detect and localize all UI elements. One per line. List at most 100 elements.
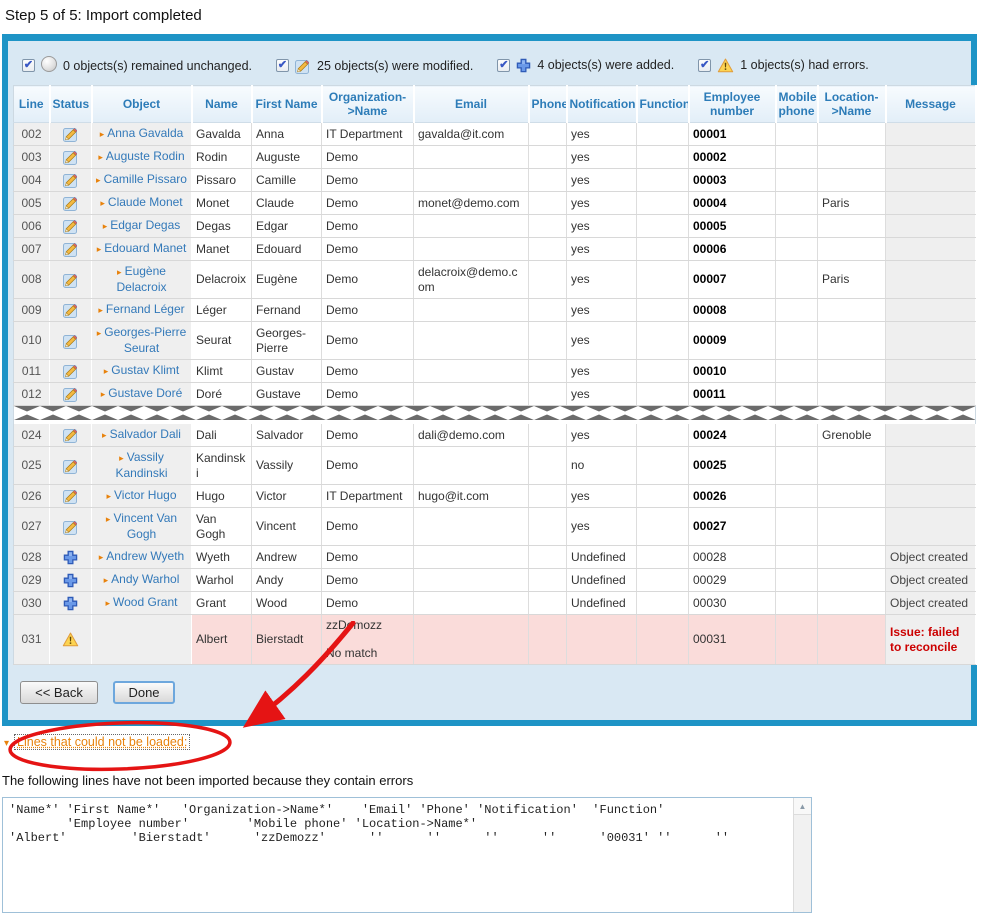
cell-line: 009 xyxy=(14,299,50,322)
cell-notification: yes xyxy=(567,299,637,322)
cell-message xyxy=(886,261,976,299)
cell-status xyxy=(50,360,92,383)
object-link[interactable]: Andrew Wyeth xyxy=(106,549,184,563)
scroll-up-arrow-icon[interactable]: ▲ xyxy=(794,798,811,815)
cell-first-name: Salvador xyxy=(252,424,322,447)
cell-employee-number: 00005 xyxy=(689,215,776,238)
object-link[interactable]: Edouard Manet xyxy=(104,241,186,255)
summary-checkbox[interactable]: ✔ xyxy=(497,59,510,72)
cell-message xyxy=(886,192,976,215)
cell-name: Dali xyxy=(192,424,252,447)
object-link[interactable]: Claude Monet xyxy=(108,195,183,209)
cell-line: 028 xyxy=(14,546,50,569)
object-link[interactable]: Gustave Doré xyxy=(108,386,182,400)
cell-organization: Demo xyxy=(322,383,414,406)
cell-function xyxy=(637,508,689,546)
cell-message: Object created xyxy=(886,592,976,615)
object-link[interactable]: Auguste Rodin xyxy=(106,149,185,163)
cell-notification: yes xyxy=(567,215,637,238)
cell-phone xyxy=(529,383,567,406)
cell-first-name: Fernand xyxy=(252,299,322,322)
raw-lines-text[interactable]: 'Name*' 'First Name*' 'Organization->Nam… xyxy=(3,798,811,912)
table-row: 009▸Fernand LégerLégerFernandDemoyes0000… xyxy=(14,299,976,322)
cell-line: 026 xyxy=(14,485,50,508)
cell-object: ▸Fernand Léger xyxy=(92,299,192,322)
object-link[interactable]: Eugène Delacroix xyxy=(116,264,166,294)
cell-line: 011 xyxy=(14,360,50,383)
object-link[interactable]: Andy Warhol xyxy=(111,572,179,586)
cell-name: Hugo xyxy=(192,485,252,508)
cell-function xyxy=(637,322,689,360)
object-link[interactable]: Georges-Pierre Seurat xyxy=(104,325,186,355)
reconcile-note: No match xyxy=(326,646,409,661)
cell-email: dali@demo.com xyxy=(414,424,529,447)
cell-message xyxy=(886,360,976,383)
cell-status xyxy=(50,169,92,192)
object-link[interactable]: Anna Gavalda xyxy=(107,126,183,140)
cell-object: ▸Camille Pissaro xyxy=(92,169,192,192)
cell-name: Albert xyxy=(192,615,252,665)
summary-item: ✔4 objects(s) were added. xyxy=(497,58,674,73)
cell-line: 006 xyxy=(14,215,50,238)
cell-function xyxy=(637,485,689,508)
cell-email xyxy=(414,447,529,485)
cell-mobile-phone xyxy=(776,424,818,447)
summary-checkbox[interactable]: ✔ xyxy=(698,59,711,72)
pencil-icon xyxy=(295,58,311,74)
cell-function xyxy=(637,447,689,485)
object-link[interactable]: Vincent Van Gogh xyxy=(113,511,177,541)
cell-object: ▸Wood Grant xyxy=(92,592,192,615)
cell-mobile-phone xyxy=(776,261,818,299)
object-link[interactable]: Wood Grant xyxy=(113,595,177,609)
cell-first-name: Bierstadt xyxy=(252,615,322,665)
table-row: 010▸Georges-Pierre SeuratSeuratGeorges-P… xyxy=(14,322,976,360)
page-title: Step 5 of 5: Import completed xyxy=(0,0,984,34)
lines-not-loaded-link[interactable]: Lines that could not be loaded: xyxy=(14,734,190,750)
cell-status xyxy=(50,146,92,169)
cell-phone xyxy=(529,299,567,322)
cell-status xyxy=(50,592,92,615)
cell-employee-number: 00027 xyxy=(689,508,776,546)
object-link[interactable]: Victor Hugo xyxy=(114,488,176,502)
bullet-arrow-icon: ▸ xyxy=(104,575,109,585)
cell-status xyxy=(50,508,92,546)
cell-first-name: Edouard xyxy=(252,238,322,261)
cell-email xyxy=(414,215,529,238)
cell-status xyxy=(50,546,92,569)
cell-message xyxy=(886,215,976,238)
cell-message xyxy=(886,383,976,406)
bullet-arrow-icon: ▸ xyxy=(102,430,107,440)
cell-object: ▸Eugène Delacroix xyxy=(92,261,192,299)
object-link[interactable]: Edgar Degas xyxy=(110,218,180,232)
cell-object: ▸Edgar Degas xyxy=(92,215,192,238)
cell-organization: Demo xyxy=(322,192,414,215)
bullet-arrow-icon: ▸ xyxy=(98,305,103,315)
cell-location xyxy=(818,485,886,508)
pencil-icon xyxy=(63,427,79,441)
summary-checkbox[interactable]: ✔ xyxy=(22,59,35,72)
cell-function xyxy=(637,569,689,592)
back-button[interactable]: << Back xyxy=(20,681,98,704)
object-link[interactable]: Gustav Klimt xyxy=(111,363,179,377)
object-link[interactable]: Fernand Léger xyxy=(106,302,185,316)
cell-object: ▸Andy Warhol xyxy=(92,569,192,592)
table-row: 004▸Camille PissaroPissaroCamilleDemoyes… xyxy=(14,169,976,192)
cell-line: 008 xyxy=(14,261,50,299)
scrollbar[interactable]: ▲ xyxy=(793,798,811,912)
object-link[interactable]: Camille Pissaro xyxy=(104,172,187,186)
cell-line: 012 xyxy=(14,383,50,406)
cell-email xyxy=(414,169,529,192)
cell-email xyxy=(414,508,529,546)
import-table: LineStatusObjectNameFirst NameOrganizati… xyxy=(13,85,977,665)
cell-line: 005 xyxy=(14,192,50,215)
object-link[interactable]: Salvador Dali xyxy=(110,427,181,441)
import-result-panel: ✔0 objects(s) remained unchanged.✔25 obj… xyxy=(2,34,977,726)
cell-organization: Demo xyxy=(322,569,414,592)
summary-checkbox[interactable]: ✔ xyxy=(276,59,289,72)
cell-first-name: Edgar xyxy=(252,215,322,238)
done-button[interactable]: Done xyxy=(113,681,175,704)
pencil-icon xyxy=(63,386,79,400)
bullet-arrow-icon: ▸ xyxy=(119,453,124,463)
cell-name: Warhol xyxy=(192,569,252,592)
cell-phone xyxy=(529,569,567,592)
